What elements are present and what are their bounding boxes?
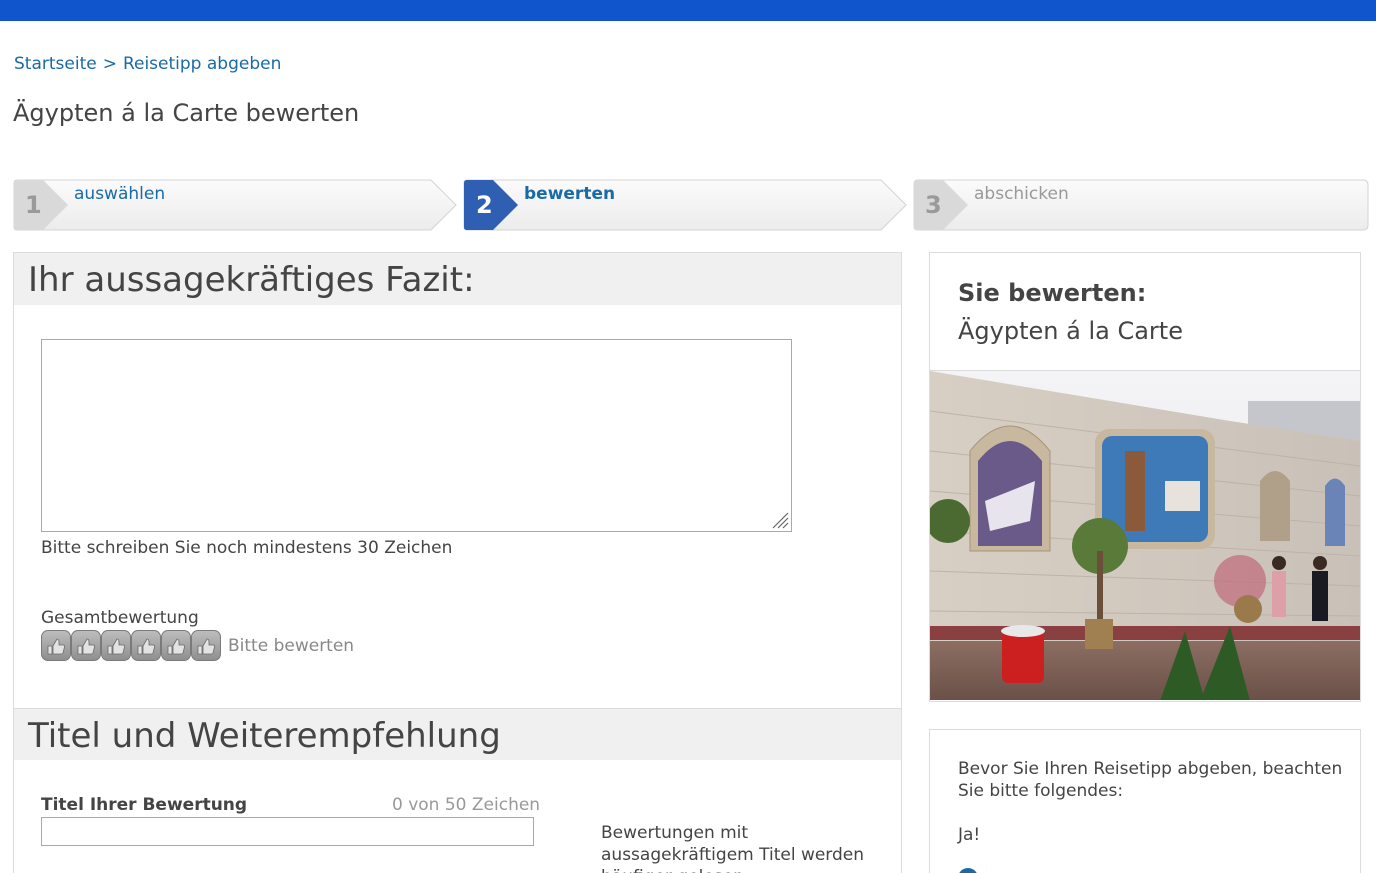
check-icon (958, 868, 978, 873)
review-form-panel: Ihr aussagekräftiges Fazit: Bitte schrei… (13, 252, 902, 873)
step-select-number: 1 (25, 191, 42, 219)
step-rate-label: bewerten (524, 184, 616, 204)
thumb-up-icon[interactable] (71, 630, 101, 661)
page-title: Ägypten á la Carte bewerten (13, 99, 360, 127)
breadcrumb-home-link[interactable]: Startseite (14, 54, 97, 74)
resize-grip-icon[interactable] (769, 509, 789, 529)
title-char-count: 0 von 50 Zeichen (392, 795, 541, 815)
step-submit-number: 3 (925, 191, 942, 219)
courtyard-mural-image (930, 371, 1360, 700)
rated-item-photo (930, 370, 1360, 700)
notice-text: Bevor Sie Ihren Reisetipp abgeben, beach… (958, 759, 1343, 801)
thumb-up-icon[interactable] (41, 630, 71, 661)
breadcrumb-separator: > (102, 54, 117, 74)
title-section-heading: Titel und Weiterempfehlung (28, 716, 501, 756)
title-section-header: Titel und Weiterempfehlung (14, 708, 901, 760)
step-select-label[interactable]: auswählen (74, 184, 165, 204)
step-rate: 2 bewerten (463, 179, 907, 231)
step-select[interactable]: 1 auswählen (13, 179, 457, 231)
breadcrumb: Startseite > Reisetipp abgeben (14, 54, 281, 74)
step-submit-label: abschicken (974, 184, 1069, 204)
thumb-up-icon[interactable] (191, 630, 221, 661)
overall-rating-label: Gesamtbewertung (41, 608, 199, 628)
notice-yes: Ja! (958, 825, 981, 845)
fazit-hint: Bitte schreiben Sie noch mindestens 30 Z… (41, 538, 453, 558)
title-tip-note: Bewertungen mit aussagekräftigem Titel w… (601, 823, 865, 873)
fazit-textarea[interactable] (41, 339, 792, 532)
top-bar (0, 0, 1376, 21)
fazit-heading: Ihr aussagekräftiges Fazit: (28, 260, 475, 300)
thumb-up-icon[interactable] (101, 630, 131, 661)
fazit-section-header: Ihr aussagekräftiges Fazit: (14, 253, 901, 305)
step-submit: 3 abschicken (913, 179, 1369, 231)
rating-thumbs (41, 630, 221, 661)
breadcrumb-current-link[interactable]: Reisetipp abgeben (123, 54, 281, 74)
submission-notice-panel: Bevor Sie Ihren Reisetipp abgeben, beach… (929, 729, 1361, 873)
thumb-up-icon[interactable] (161, 630, 191, 661)
step-rate-number: 2 (476, 191, 493, 219)
rated-item-name: Ägypten á la Carte (958, 317, 1183, 345)
review-title-input[interactable] (41, 817, 534, 846)
thumb-up-icon[interactable] (131, 630, 161, 661)
rated-item-panel: Sie bewerten: Ägypten á la Carte (929, 252, 1361, 702)
review-title-label: Titel Ihrer Bewertung (41, 795, 248, 815)
rating-prompt: Bitte bewerten (228, 636, 355, 656)
rated-item-heading: Sie bewerten: (958, 279, 1147, 307)
